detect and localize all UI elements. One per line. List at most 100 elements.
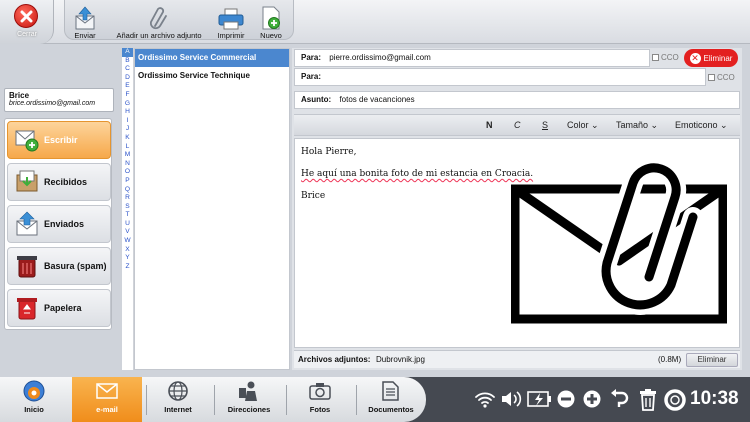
contact-item[interactable]: Ordissimo Service Technique (135, 67, 289, 85)
email-icon (72, 377, 142, 405)
cco-checkbox-2[interactable]: CCO (708, 73, 735, 82)
contact-list: Ordissimo Service Commercial Ordissimo S… (134, 48, 290, 370)
alphabet-letter[interactable]: T (122, 211, 133, 220)
send-button[interactable]: Enviar (71, 4, 99, 40)
alphabet-letter[interactable]: X (122, 246, 133, 255)
attachment-size: (0.8M) (658, 355, 682, 364)
nav-item-sent[interactable]: Enviados (7, 205, 111, 243)
chevron-down-icon: ⌄ (717, 120, 728, 130)
new-message-button[interactable]: Nuevo (257, 4, 285, 40)
battery-charging-icon[interactable] (526, 389, 552, 409)
close-button[interactable]: Cerrar (0, 0, 54, 44)
alphabet-letter[interactable]: B (122, 57, 133, 66)
sent-icon (16, 211, 38, 236)
trash-icon[interactable] (638, 389, 658, 411)
alphabet-letter[interactable]: C (122, 65, 133, 74)
new-document-icon (257, 4, 285, 30)
dock-photos[interactable]: Fotos (290, 377, 350, 422)
alphabet-letter[interactable]: D (122, 74, 133, 83)
chevron-down-icon: ⌄ (648, 120, 659, 130)
close-icon: ✕ (689, 52, 701, 64)
attachments-row: Archivos adjuntos: Dubrovnik.jpg (0.8M) … (294, 350, 740, 368)
alphabet-letter[interactable]: W (122, 237, 133, 246)
subject-field[interactable]: Asunto: fotos de vacanciones (294, 91, 740, 109)
taskbar: Inicio e-mail Internet Direcciones Fotos… (0, 377, 750, 422)
remove-recipient-button[interactable]: ✕ Eliminar (684, 49, 738, 67)
dock-home[interactable]: Inicio (6, 377, 62, 422)
close-icon (14, 4, 38, 28)
wifi-icon[interactable] (474, 389, 496, 409)
print-button[interactable]: Imprimir (213, 4, 249, 40)
zoom-out-icon[interactable] (556, 389, 576, 409)
to-value: pierre.ordissimo@gmail.com (329, 53, 431, 62)
spam-icon (17, 256, 37, 278)
back-arrow-icon[interactable] (610, 389, 630, 409)
remove-attachment-button[interactable]: Eliminar (686, 353, 738, 367)
zoom-in-icon[interactable] (582, 389, 602, 409)
color-dropdown[interactable]: Color ⌄ (567, 120, 599, 131)
emoticon-dropdown[interactable]: Emoticono ⌄ (675, 120, 728, 131)
alphabet-index: ABCDEFGHIJKLMNOPQRSTUVWXYZ (122, 48, 134, 370)
alphabet-letter[interactable]: M (122, 151, 133, 160)
cco-checkbox[interactable]: CCO (652, 53, 679, 62)
nav-item-trash[interactable]: Papelera (7, 289, 111, 327)
checkbox-icon (708, 74, 715, 81)
to-field[interactable]: Para: pierre.ordissimo@gmail.com (294, 49, 650, 67)
alphabet-letter[interactable]: Q (122, 186, 133, 195)
underline-button[interactable]: S (542, 120, 548, 130)
folder-icon (360, 377, 422, 405)
alphabet-letter[interactable]: G (122, 100, 133, 109)
bold-button[interactable]: N (486, 120, 493, 130)
alphabet-letter[interactable]: N (122, 160, 133, 169)
nav-item-spam[interactable]: Basura (spam) (7, 247, 111, 285)
alphabet-letter[interactable]: O (122, 168, 133, 177)
alphabet-letter[interactable]: H (122, 108, 133, 117)
compose-panel: Para: pierre.ordissimo@gmail.com CCO ✕ E… (292, 48, 742, 370)
alphabet-letter[interactable]: V (122, 228, 133, 237)
app-dock: Inicio e-mail Internet Direcciones Fotos… (0, 377, 426, 422)
volume-icon[interactable] (500, 389, 522, 409)
alphabet-letter[interactable]: L (122, 143, 133, 152)
attachment-envelope-icon (511, 157, 727, 324)
attach-file-button[interactable]: Añadir un archivo adjunto (111, 4, 207, 40)
subject-value: fotos de vacanciones (339, 95, 415, 104)
send-icon (71, 4, 99, 30)
alphabet-letter[interactable]: J (122, 125, 133, 134)
nav-item-inbox[interactable]: Recibidos (7, 163, 111, 201)
account-box[interactable]: Brice brice.ordissimo@gmail.com (4, 88, 114, 112)
inbox-icon (16, 170, 38, 192)
alphabet-letter[interactable]: K (122, 134, 133, 143)
printer-icon (213, 4, 249, 30)
nav-item-compose[interactable]: Escribir (7, 121, 111, 159)
italic-button[interactable]: C (514, 120, 521, 130)
attachment-name[interactable]: Dubrovnik.jpg (376, 351, 425, 369)
camera-icon (290, 377, 350, 405)
size-dropdown[interactable]: Tamaño ⌄ (616, 120, 658, 131)
alphabet-letter[interactable]: P (122, 177, 133, 186)
body-line: Hola Pierre, (301, 147, 357, 157)
dock-documents[interactable]: Documentos (360, 377, 422, 422)
alphabet-letter[interactable]: Z (122, 263, 133, 272)
dock-contacts[interactable]: Direcciones (218, 377, 280, 422)
help-lifebuoy-icon[interactable] (664, 389, 686, 411)
globe-icon (150, 377, 206, 405)
clock: 10:38 (690, 388, 739, 409)
alphabet-letter[interactable]: R (122, 194, 133, 203)
toolbar-actions: Enviar Añadir un archivo adjunto Imprimi… (64, 0, 294, 40)
alphabet-letter[interactable]: F (122, 91, 133, 100)
to-label: Para: (301, 53, 322, 62)
alphabet-letter[interactable]: S (122, 203, 133, 212)
alphabet-letter[interactable]: U (122, 220, 133, 229)
alphabet-letter[interactable]: E (122, 82, 133, 91)
contact-item[interactable]: Ordissimo Service Commercial (135, 49, 289, 67)
to-field-2[interactable]: Para: (294, 68, 706, 86)
alphabet-letter[interactable]: A (122, 48, 133, 57)
top-toolbar: Cerrar Enviar Añadir un archivo adjunto (0, 0, 750, 44)
message-body[interactable]: Hola Pierre, He aquí una bonita foto de … (294, 138, 740, 348)
alphabet-letter[interactable]: Y (122, 254, 133, 263)
dock-email[interactable]: e-mail (72, 377, 142, 422)
dock-internet[interactable]: Internet (150, 377, 206, 422)
alphabet-letter[interactable]: I (122, 117, 133, 126)
paperclip-icon (111, 4, 207, 30)
compose-icon (15, 130, 39, 152)
